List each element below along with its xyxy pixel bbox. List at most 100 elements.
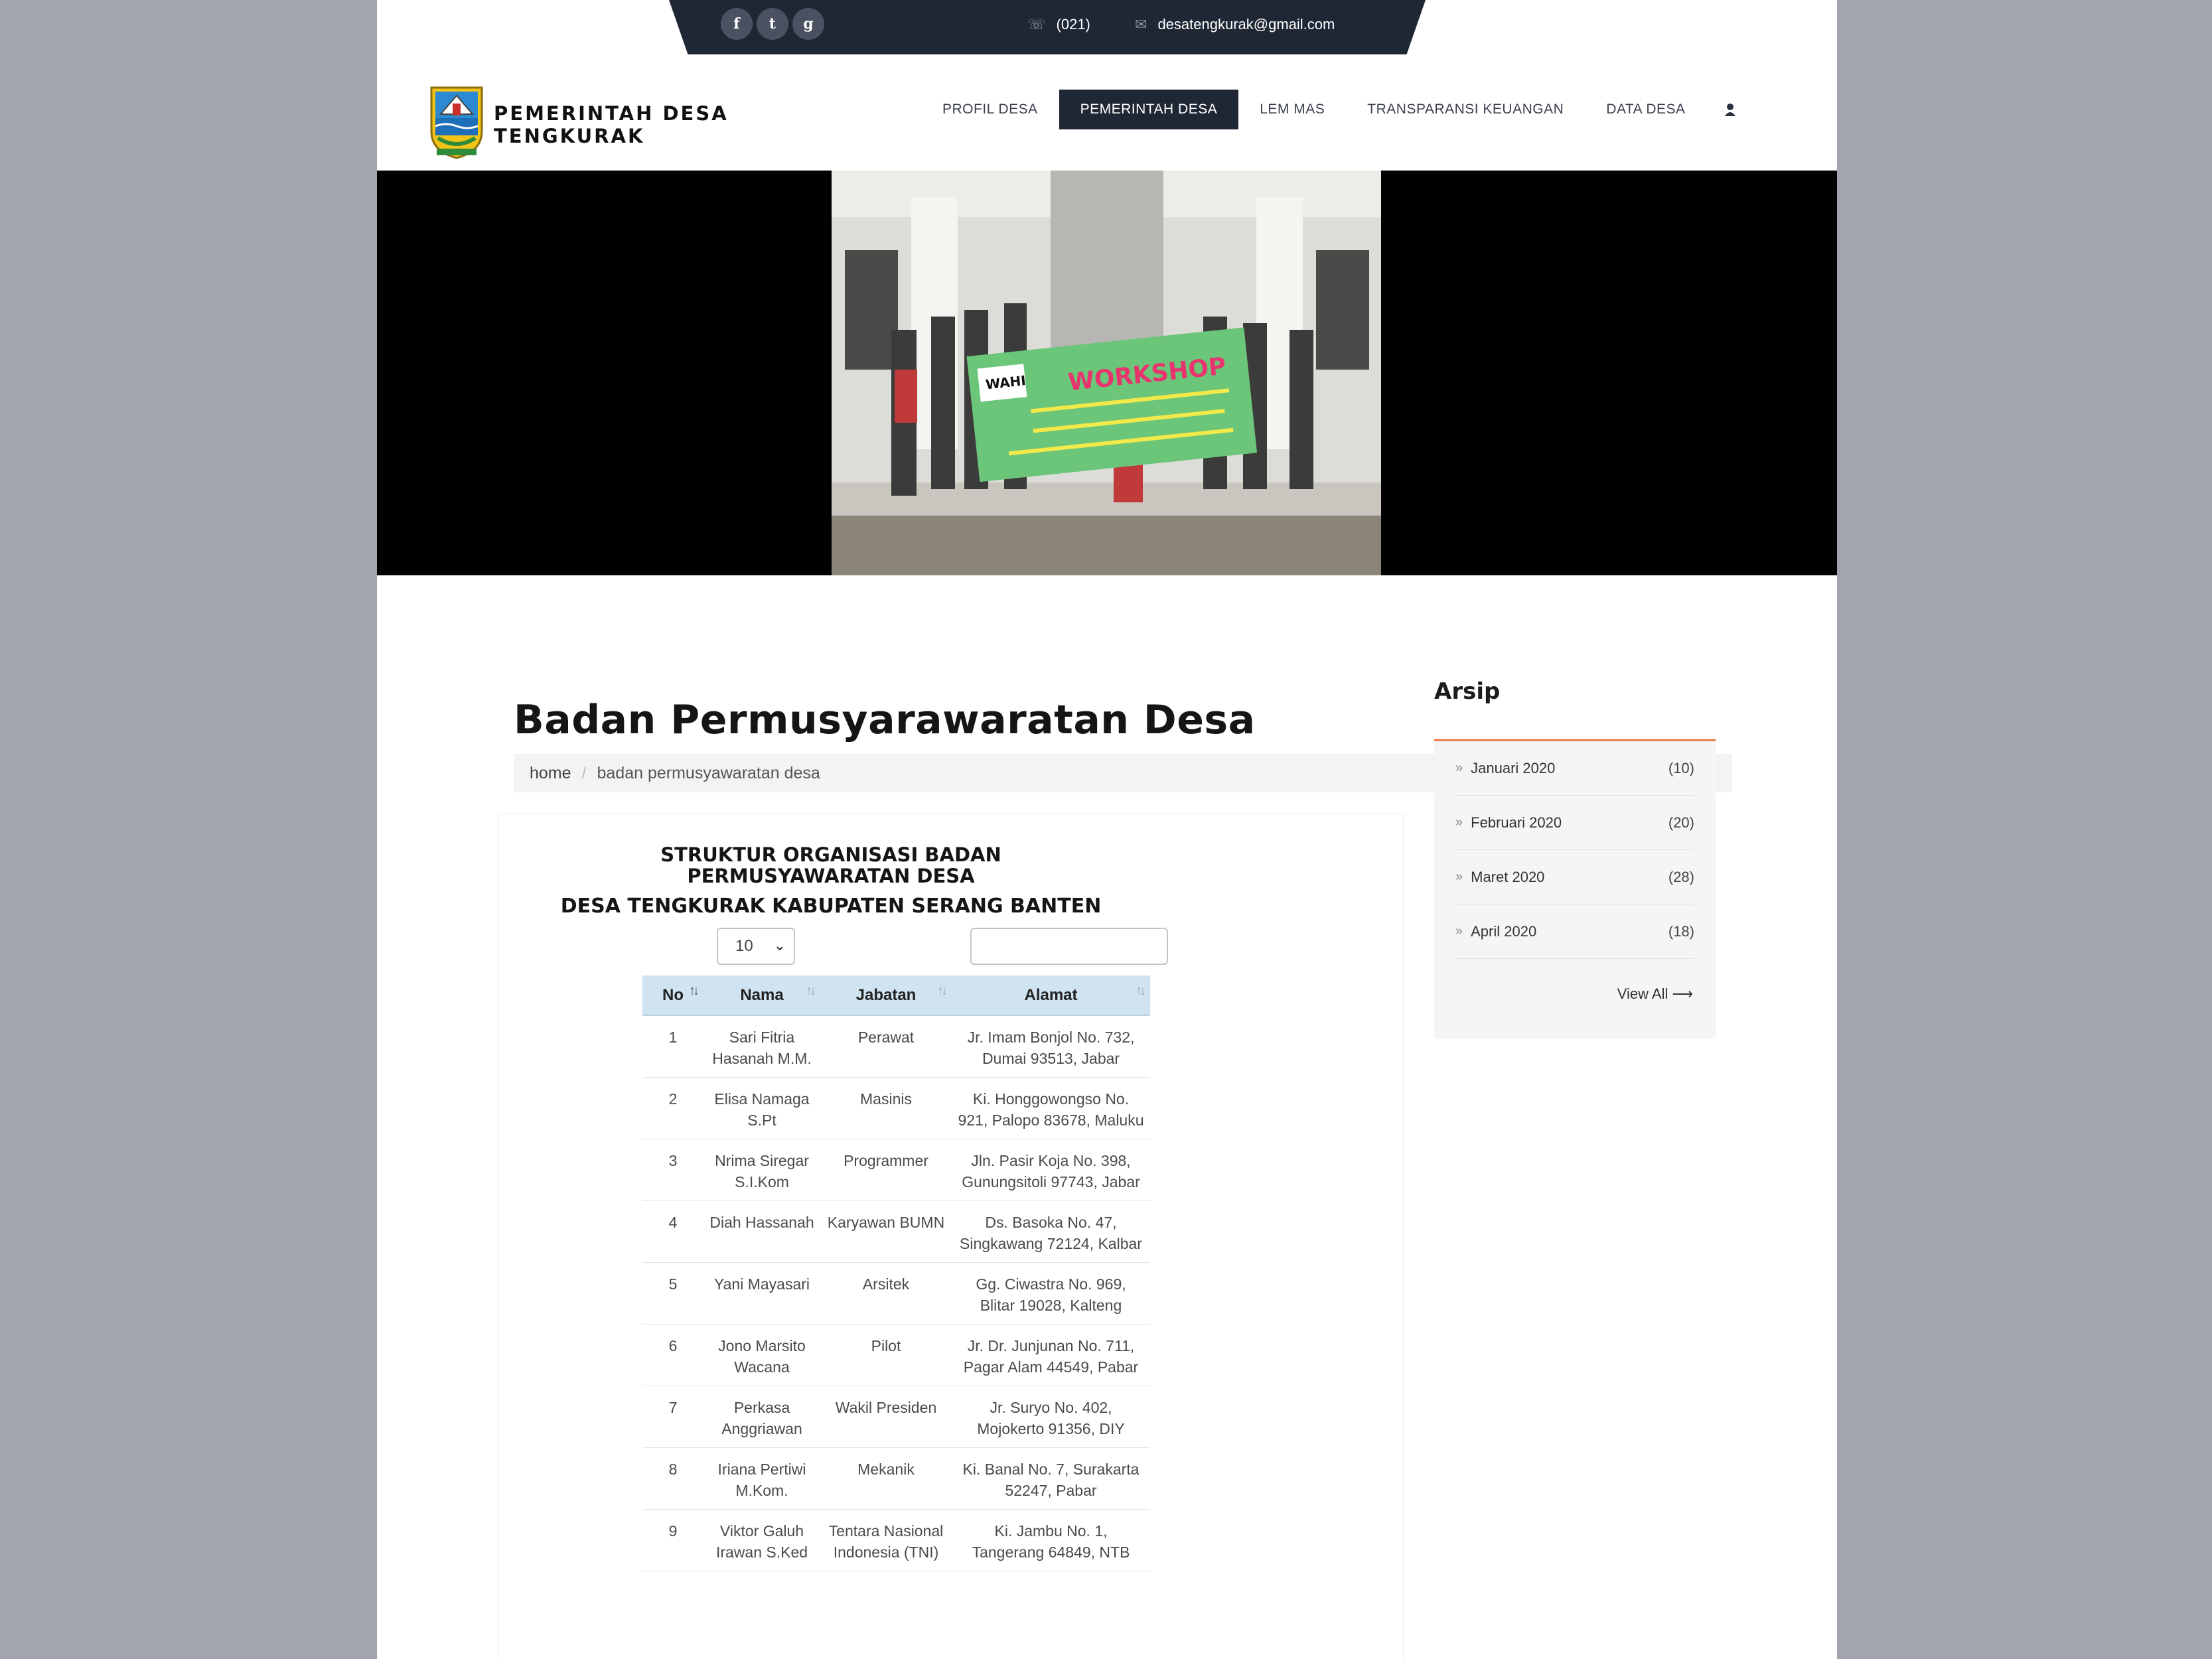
sort-icon: ↑↓: [806, 983, 816, 998]
table-row: 8 Iriana Pertiwi M.Kom. Mekanik Ki. Bana…: [642, 1447, 1150, 1510]
archive-item[interactable]: » Februari 2020 (20): [1455, 796, 1694, 850]
cell-no: 9: [642, 1509, 703, 1571]
cell-jabatan: Programmer: [820, 1139, 952, 1201]
google-plus-icon[interactable]: g: [792, 8, 824, 40]
cell-alamat: Jr. Imam Bonjol No. 732, Dumai 93513, Ja…: [952, 1015, 1150, 1078]
email-address[interactable]: desatengkurak@gmail.com: [1157, 16, 1335, 33]
cell-jabatan: Perawat: [820, 1015, 952, 1078]
double-chevron-right-icon: »: [1455, 815, 1463, 830]
breadcrumb-current: badan permusyawaratan desa: [597, 763, 820, 782]
table-row: 4 Diah Hassanah Karyawan BUMN Ds. Basoka…: [642, 1200, 1150, 1263]
view-all-link[interactable]: View All ⟶: [1617, 985, 1693, 1003]
nav-item-profil-desa[interactable]: PROFIL DESA: [921, 90, 1059, 129]
table-row: 7 Perkasa Anggriawan Wakil Presiden Jr. …: [642, 1386, 1150, 1448]
cell-nama: Elisa Namaga S.Pt: [703, 1077, 820, 1139]
email-contact[interactable]: ✉ desatengkurak@gmail.com: [1135, 16, 1335, 33]
nav-item-pemerintah-desa[interactable]: PEMERINTAH DESA: [1059, 90, 1239, 129]
nav-item-lem-mas[interactable]: LEM MAS: [1238, 90, 1346, 129]
cell-jabatan: Pilot: [820, 1324, 952, 1386]
archive-item-count: (20): [1668, 814, 1694, 831]
double-chevron-right-icon: »: [1455, 924, 1463, 938]
cell-jabatan: Mekanik: [820, 1447, 952, 1510]
hero-photo: WAHI WORKSHOP: [832, 171, 1381, 575]
cell-nama: Diah Hassanah: [703, 1200, 820, 1263]
user-icon[interactable]: [1707, 90, 1753, 129]
cell-nama: Jono Marsito Wacana: [703, 1324, 820, 1386]
table-row: 6 Jono Marsito Wacana Pilot Jr. Dr. Junj…: [642, 1324, 1150, 1386]
cell-alamat: Ki. Jambu No. 1, Tangerang 64849, NTB: [952, 1509, 1150, 1571]
table-search-input[interactable]: [970, 928, 1168, 965]
cell-no: 3: [642, 1139, 703, 1201]
column-header-label: Alamat: [1024, 985, 1078, 1004]
cell-nama: Perkasa Anggriawan: [703, 1386, 820, 1448]
archive-item[interactable]: » April 2020 (18): [1455, 904, 1694, 959]
nav-item-data-desa[interactable]: DATA DESA: [1585, 90, 1706, 129]
sidebar-title: Arsip: [1434, 678, 1501, 705]
archive-list: » Januari 2020 (10) » Februari 2020 (20)…: [1434, 741, 1716, 1039]
phone-contact: ☏ (021): [1027, 16, 1090, 33]
column-header-label: No: [662, 985, 684, 1004]
entries-length-value: 10: [735, 937, 753, 955]
archive-item-count: (18): [1668, 922, 1694, 940]
nav-item-transparansi-keuangan[interactable]: TRANSPARANSI KEUANGAN: [1346, 90, 1585, 129]
breadcrumb-home[interactable]: home: [530, 764, 571, 783]
cell-jabatan: Wakil Presiden: [820, 1386, 952, 1448]
archive-item-count: (28): [1668, 868, 1694, 885]
top-bar: f t g ☏ (021) ✉ desatengkurak@gmail.com: [377, 0, 1837, 54]
table-header-row: No ↑↓ Nama ↑↓ Jabatan ↑↓ Alamat ↑↓: [642, 975, 1150, 1016]
sort-icon: ↑↓: [937, 983, 948, 998]
cell-no: 7: [642, 1386, 703, 1448]
cell-alamat: Ki. Banal No. 7, Surakarta 52247, Pabar: [952, 1447, 1150, 1510]
cell-no: 6: [642, 1324, 703, 1386]
cell-no: 1: [642, 1015, 703, 1078]
cell-alamat: Jr. Suryo No. 402, Mojokerto 91356, DIY: [952, 1386, 1150, 1448]
archive-item-count: (10): [1668, 759, 1694, 776]
cell-jabatan: Masinis: [820, 1077, 952, 1139]
phone-icon: ☏: [1027, 16, 1046, 33]
facebook-icon[interactable]: f: [721, 8, 753, 40]
structure-subtitle: DESA TENGKURAK KABUPATEN SERANG BANTEN: [560, 895, 1102, 918]
column-header-nama[interactable]: Nama ↑↓: [703, 975, 820, 1016]
breadcrumb-separator: /: [581, 763, 587, 782]
cell-nama: Sari Fitria Hasanah M.M.: [703, 1015, 820, 1078]
hero-banner: WAHI WORKSHOP: [377, 171, 1837, 575]
entries-length-select[interactable]: 10 ⌄: [717, 928, 795, 965]
cell-nama: Nrima Siregar S.I.Kom: [703, 1139, 820, 1201]
cell-jabatan: Arsitek: [820, 1262, 952, 1325]
cell-jabatan: Tentara Nasional Indonesia (TNI): [820, 1509, 952, 1571]
envelope-icon: ✉: [1135, 16, 1147, 33]
brand-line-1: PEMERINTAH DESA: [494, 102, 729, 125]
cell-no: 2: [642, 1077, 703, 1139]
archive-item-label: Februari 2020: [1471, 814, 1562, 831]
cell-no: 4: [642, 1200, 703, 1263]
page-title: Badan Permusyarawaratan Desa: [514, 697, 1256, 743]
structure-title-line-1: STRUKTUR ORGANISASI BADAN: [660, 843, 1001, 866]
brand-line-2: TENGKURAK: [494, 125, 645, 147]
archive-item-label: Januari 2020: [1471, 759, 1556, 776]
sort-icon: ↑↓: [1136, 983, 1146, 998]
table-row: 2 Elisa Namaga S.Pt Masinis Ki. Honggowo…: [642, 1077, 1150, 1139]
double-chevron-right-icon: »: [1455, 760, 1463, 775]
cell-jabatan: Karyawan BUMN: [820, 1200, 952, 1263]
structure-title-line-2: PERMUSYAWARATAN DESA: [687, 865, 975, 887]
phone-number: (021): [1056, 16, 1090, 33]
cell-nama: Yani Mayasari: [703, 1262, 820, 1325]
chevron-down-icon: ⌄: [773, 937, 786, 954]
page: f t g ☏ (021) ✉ desatengkurak@gmail.com …: [377, 0, 1837, 1659]
twitter-icon[interactable]: t: [757, 8, 788, 40]
cell-no: 5: [642, 1262, 703, 1325]
column-header-alamat[interactable]: Alamat ↑↓: [952, 975, 1150, 1016]
double-chevron-right-icon: »: [1455, 869, 1463, 884]
village-emblem-logo[interactable]: [429, 85, 484, 159]
column-header-no[interactable]: No ↑↓: [642, 975, 703, 1016]
cell-alamat: Ki. Honggowongso No. 921, Palopo 83678, …: [952, 1077, 1150, 1139]
cell-no: 8: [642, 1447, 703, 1510]
column-header-jabatan[interactable]: Jabatan ↑↓: [820, 975, 952, 1016]
archive-item[interactable]: » Januari 2020 (10): [1455, 741, 1694, 796]
site-header: PEMERINTAH DESA TENGKURAK PROFIL DESA PE…: [377, 54, 1837, 171]
main-nav: PROFIL DESA PEMERINTAH DESA LEM MAS TRAN…: [921, 90, 1753, 129]
archive-item[interactable]: » Maret 2020 (28): [1455, 850, 1694, 904]
cell-alamat: Jln. Pasir Koja No. 398, Gunungsitoli 97…: [952, 1139, 1150, 1201]
brand-name[interactable]: PEMERINTAH DESA TENGKURAK: [494, 102, 729, 147]
cell-nama: Iriana Pertiwi M.Kom.: [703, 1447, 820, 1510]
